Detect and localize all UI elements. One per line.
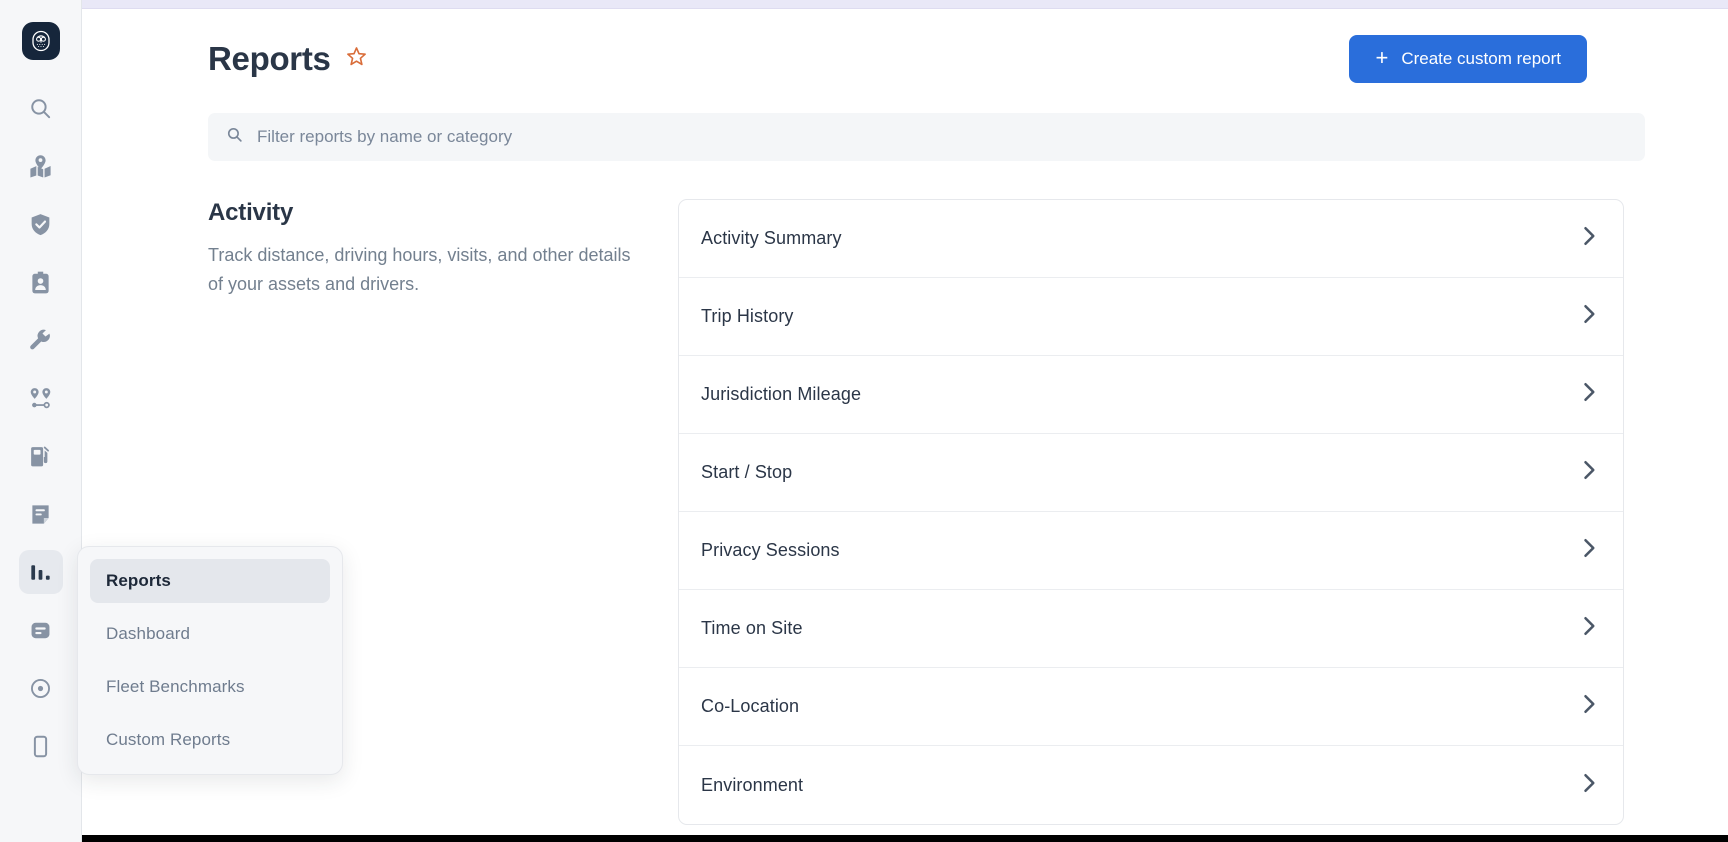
sidebar-item-map[interactable] — [19, 144, 63, 188]
sidebar-item-documents[interactable] — [19, 492, 63, 536]
flyout-item-label: Custom Reports — [106, 730, 231, 749]
reports-list-card: Activity Summary Trip History Jurisdicti… — [678, 199, 1624, 825]
filter-reports-bar[interactable] — [208, 113, 1645, 161]
route-icon — [28, 386, 53, 411]
sidebar-item-safety[interactable] — [19, 202, 63, 246]
report-row-jurisdiction-mileage[interactable]: Jurisdiction Mileage — [679, 356, 1623, 434]
search-icon — [28, 96, 53, 121]
chevron-right-icon — [1582, 304, 1597, 329]
chevron-right-icon — [1582, 460, 1597, 485]
section-heading: Activity — [208, 199, 294, 226]
report-row-co-location[interactable]: Co-Location — [679, 668, 1623, 746]
flyout-item-fleet-benchmarks[interactable]: Fleet Benchmarks — [90, 665, 330, 709]
fuel-pump-icon — [28, 444, 53, 469]
target-dot-icon — [28, 676, 53, 701]
bar-chart-icon — [28, 560, 53, 585]
flyout-item-label: Dashboard — [106, 624, 191, 643]
flyout-item-label: Fleet Benchmarks — [106, 677, 245, 696]
sidebar-icon-rail — [0, 0, 82, 842]
report-label: Privacy Sessions — [701, 540, 840, 560]
flyout-divider-space — [90, 709, 330, 718]
search-icon — [226, 126, 243, 148]
window-top-strip — [0, 0, 1728, 9]
page-title: Reports — [208, 40, 331, 77]
flyout-divider-space — [90, 603, 330, 612]
flyout-divider-space — [90, 656, 330, 665]
window-bottom-edge — [0, 835, 1728, 842]
page-header: Reports + Create custom report — [116, 9, 1694, 83]
chevron-right-icon — [1582, 382, 1597, 407]
flyout-item-label: Reports — [106, 571, 171, 590]
sidebar-item-mobile[interactable] — [19, 724, 63, 768]
report-row-time-on-site[interactable]: Time on Site — [679, 590, 1623, 668]
report-row-trip-history[interactable]: Trip History — [679, 278, 1623, 356]
report-label: Environment — [701, 774, 804, 795]
chevron-right-icon — [1582, 616, 1597, 641]
activity-section: Activity Track distance, driving hours, … — [116, 199, 1694, 825]
sidebar-item-search[interactable] — [19, 86, 63, 130]
reports-flyout-menu: Reports Dashboard Fleet Benchmarks Custo… — [77, 546, 343, 775]
plus-icon: + — [1375, 45, 1389, 70]
list-card-icon — [28, 618, 53, 643]
document-icon — [28, 502, 53, 527]
mobile-phone-icon — [28, 734, 53, 759]
sidebar-item-fuel[interactable] — [19, 434, 63, 478]
chevron-right-icon — [1582, 773, 1597, 798]
search-input[interactable] — [257, 127, 1627, 147]
id-badge-icon — [28, 270, 53, 295]
report-row-activity-summary[interactable]: Activity Summary — [679, 200, 1623, 278]
title-group: Reports — [208, 40, 368, 78]
section-description: Track distance, driving hours, visits, a… — [208, 245, 631, 295]
map-pin-icon — [28, 154, 53, 179]
report-label: Activity Summary — [701, 228, 842, 248]
chevron-right-icon — [1582, 538, 1597, 563]
create-custom-report-label: Create custom report — [1401, 49, 1561, 68]
app-window: Reports Dashboard Fleet Benchmarks Custo… — [0, 0, 1728, 842]
sidebar-item-assets[interactable] — [19, 666, 63, 710]
report-row-privacy-sessions[interactable]: Privacy Sessions — [679, 512, 1623, 590]
flyout-item-custom-reports[interactable]: Custom Reports — [90, 718, 330, 762]
sidebar-item-drivers[interactable] — [19, 260, 63, 304]
wrench-icon — [28, 328, 53, 353]
sidebar-item-maintenance[interactable] — [19, 318, 63, 362]
report-row-environment[interactable]: Environment — [679, 746, 1623, 824]
owl-logo-icon[interactable] — [21, 22, 60, 60]
report-label: Start / Stop — [701, 462, 793, 482]
flyout-item-dashboard[interactable]: Dashboard — [90, 612, 330, 656]
report-label: Jurisdiction Mileage — [701, 384, 862, 404]
report-label: Co-Location — [701, 696, 800, 716]
sidebar-item-reports[interactable] — [18, 550, 63, 594]
create-custom-report-button[interactable]: + Create custom report — [1349, 35, 1587, 83]
flyout-item-reports[interactable]: Reports — [90, 559, 330, 603]
report-label: Trip History — [701, 306, 794, 326]
report-row-start-stop[interactable]: Start / Stop — [679, 434, 1623, 512]
chevron-right-icon — [1582, 226, 1597, 251]
shield-check-icon — [28, 212, 53, 237]
chevron-right-icon — [1582, 694, 1597, 719]
sidebar-item-dispatch[interactable] — [19, 608, 63, 652]
sidebar-item-trips[interactable] — [19, 376, 63, 420]
report-label: Time on Site — [701, 618, 803, 638]
star-outline-icon[interactable] — [345, 45, 368, 73]
